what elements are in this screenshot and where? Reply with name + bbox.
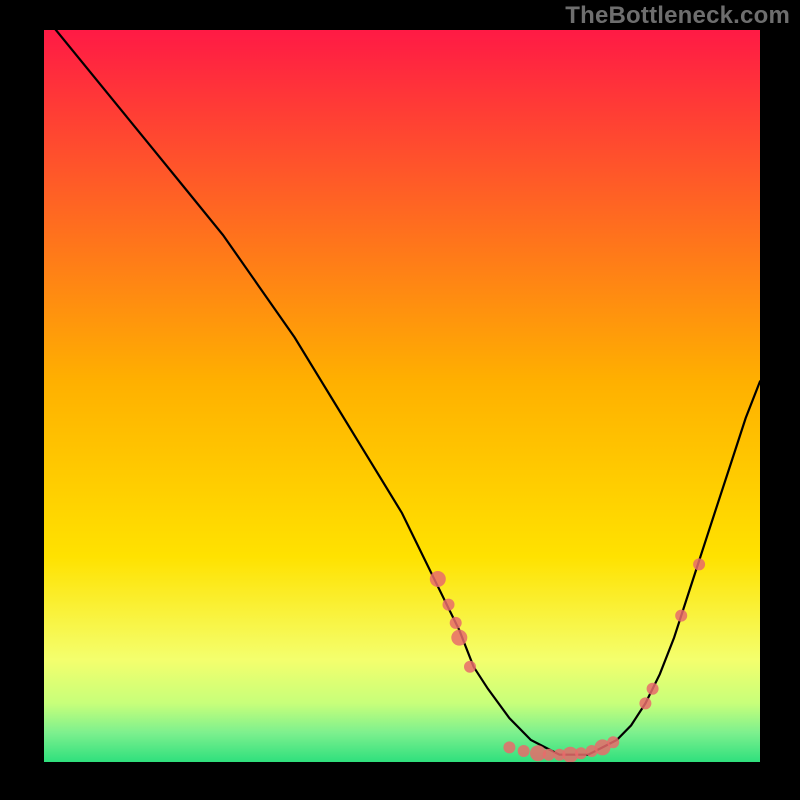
data-point bbox=[450, 617, 462, 629]
data-point bbox=[575, 747, 587, 759]
data-point bbox=[430, 571, 446, 587]
data-point bbox=[518, 745, 530, 757]
data-point bbox=[639, 697, 651, 709]
data-point bbox=[443, 599, 455, 611]
watermark-label: TheBottleneck.com bbox=[565, 2, 790, 30]
data-point bbox=[675, 610, 687, 622]
data-point bbox=[607, 736, 619, 748]
data-point bbox=[647, 683, 659, 695]
data-point bbox=[451, 630, 467, 646]
heat-gradient-background bbox=[44, 30, 760, 762]
data-point bbox=[693, 558, 705, 570]
bottleneck-chart bbox=[0, 0, 800, 800]
data-point bbox=[503, 741, 515, 753]
chart-frame: { "watermark": "TheBottleneck.com", "plo… bbox=[0, 0, 800, 800]
data-point bbox=[464, 661, 476, 673]
data-point bbox=[543, 749, 555, 761]
